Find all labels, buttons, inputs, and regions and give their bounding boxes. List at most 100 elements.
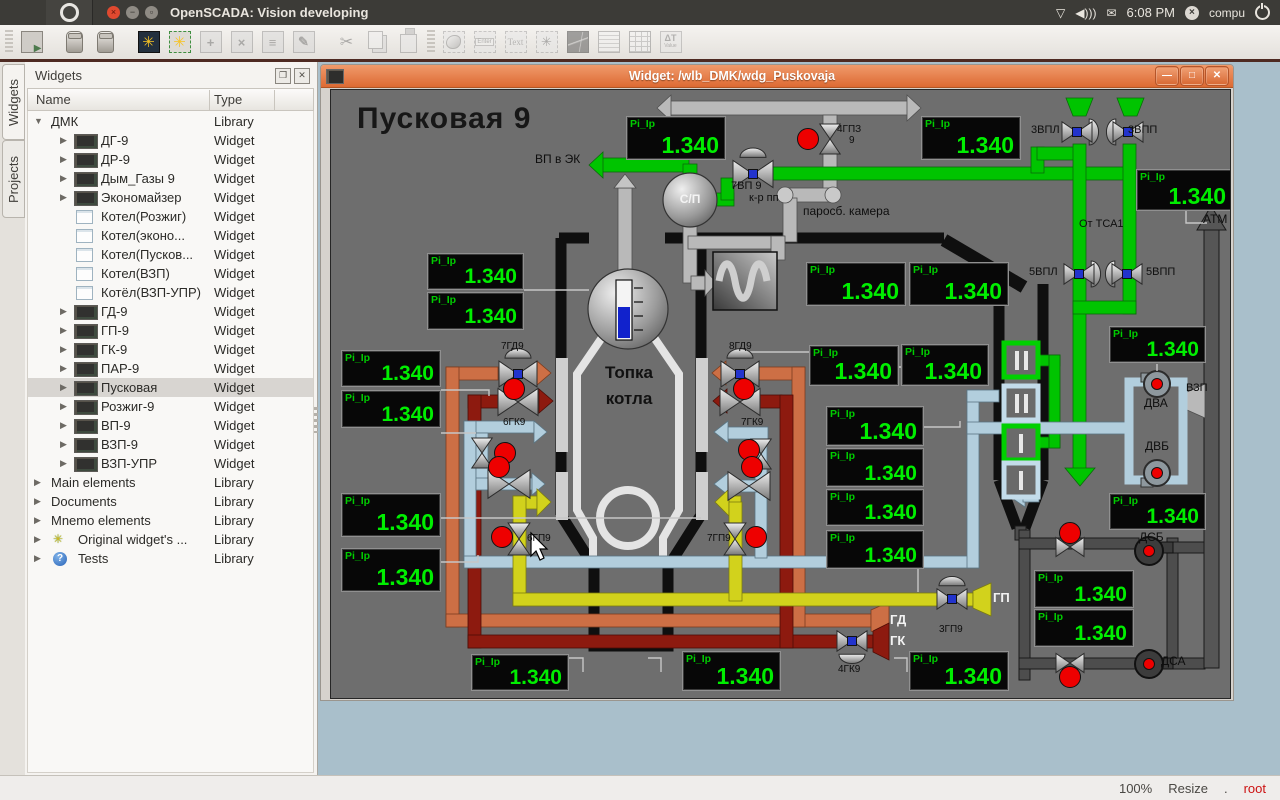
power-icon[interactable]	[1255, 5, 1270, 20]
widget-minimize-button[interactable]: —	[1156, 67, 1178, 85]
tree-item-Котел_Пусков_[interactable]: Котел(Пусков...Widget	[28, 245, 313, 264]
value-display[interactable]: Pi_Ip 1.340	[826, 448, 924, 487]
value-display[interactable]: Pi_Ip 1.340	[341, 493, 441, 537]
toolbar-handle[interactable]	[427, 30, 435, 54]
widget-close-button[interactable]: ✕	[1206, 67, 1228, 85]
value-display[interactable]: Pi_Ip 1.340	[826, 530, 924, 569]
value-display[interactable]: Pi_Ip 1.340	[341, 350, 441, 387]
tree-item-Розжиг-9[interactable]: ▶Розжиг-9Widget	[28, 397, 313, 416]
value-display[interactable]: Pi_Ip 1.340	[809, 345, 899, 386]
toolbar-handle[interactable]	[5, 30, 13, 54]
expander-right-icon[interactable]: ▶	[60, 306, 67, 317]
panel-float-button[interactable]: ❐	[275, 68, 291, 84]
tree-item-ДМК[interactable]: ▼ДМКLibrary	[28, 112, 313, 131]
expander-right-icon[interactable]: ▶	[60, 401, 67, 412]
widget-window-titlebar[interactable]: Widget: /wlb_DMK/wdg_Puskovaja — □ ✕	[321, 65, 1233, 88]
wifi-icon[interactable]: ▽	[1056, 6, 1065, 20]
value-display[interactable]: Pi_Ip 1.340	[806, 262, 906, 306]
value-display[interactable]: Pi_Ip 1.340	[921, 116, 1021, 160]
tab-projects[interactable]: Projects	[2, 140, 25, 218]
value-display[interactable]: Pi_Ip 1.340	[901, 344, 989, 386]
tree-item-Documents[interactable]: ▶DocumentsLibrary	[28, 492, 313, 511]
value-display[interactable]: Pi_Ip 1.340	[1109, 326, 1206, 363]
value-display[interactable]: Pi_Ip 1.340	[682, 651, 781, 691]
expander-right-icon[interactable]: ▶	[60, 173, 67, 184]
expander-right-icon[interactable]: ▶	[60, 344, 67, 355]
expander-right-icon[interactable]: ▶	[34, 496, 41, 507]
tree-item-Дым_Газы_9[interactable]: ▶Дым_Газы 9Widget	[28, 169, 313, 188]
expander-right-icon[interactable]: ▶	[34, 477, 41, 488]
expander-right-icon[interactable]: ▶	[60, 135, 67, 146]
tree-item-Пусковая[interactable]: ▶ПусковаяWidget	[28, 378, 313, 397]
value-display[interactable]: Pi_Ip 1.340	[1136, 169, 1231, 211]
save-to-db-button[interactable]	[90, 27, 121, 57]
tree-item-ВЗП-9[interactable]: ▶ВЗП-9Widget	[28, 435, 313, 454]
value-display[interactable]: Pi_Ip 1.340	[826, 489, 924, 526]
value-display[interactable]: Pi_Ip 1.340	[626, 116, 726, 160]
tree-item-ПАР-9[interactable]: ▶ПАР-9Widget	[28, 359, 313, 378]
window-maximize-button[interactable]: ▫	[145, 6, 158, 19]
display-value: 1.340	[864, 544, 917, 568]
zoom-level[interactable]: 100%	[1119, 781, 1152, 796]
tree-item-ВЗП-УПР[interactable]: ▶ВЗП-УПРWidget	[28, 454, 313, 473]
value-display[interactable]: Pi_Ip 1.340	[471, 654, 569, 691]
splitter-handle[interactable]	[314, 407, 318, 433]
expander-right-icon[interactable]: ▶	[60, 154, 67, 165]
run-project-button[interactable]	[16, 27, 47, 57]
tab-widgets[interactable]: Widgets	[2, 64, 25, 140]
tree-item-Котел_ВЗП_[interactable]: Котел(ВЗП)Widget	[28, 264, 313, 283]
window-close-button[interactable]: ×	[107, 6, 120, 19]
value-display[interactable]: Pi_Ip 1.340	[427, 253, 524, 290]
tree-item-ДР-9[interactable]: ▶ДР-9Widget	[28, 150, 313, 169]
value-display[interactable]: Pi_Ip 1.340	[341, 548, 441, 592]
tree-item-Котел_Розжиг_[interactable]: Котел(Розжиг)Widget	[28, 207, 313, 226]
tree-item-Tests[interactable]: ▶?TestsLibrary	[28, 549, 313, 568]
tree-item-ВП-9[interactable]: ▶ВП-9Widget	[28, 416, 313, 435]
value-display[interactable]: Pi_Ip 1.340	[909, 262, 1009, 306]
expander-right-icon[interactable]: ▶	[34, 534, 41, 545]
expander-right-icon[interactable]: ▶	[60, 420, 67, 431]
tree-item-Main_elements[interactable]: ▶Main elementsLibrary	[28, 473, 313, 492]
new-widget-library-button[interactable]: ✳	[133, 27, 164, 57]
expander-right-icon[interactable]: ▶	[34, 553, 41, 564]
clock[interactable]: 6:08 PM	[1127, 5, 1175, 20]
tree-item-label: ГК-9	[101, 342, 127, 357]
load-from-db-button[interactable]	[59, 27, 90, 57]
value-display[interactable]: Pi_Ip 1.340	[1034, 609, 1134, 647]
widget-maximize-button[interactable]: □	[1181, 67, 1203, 85]
ubuntu-launcher-button[interactable]	[46, 0, 93, 25]
tree-item-Экономайзер[interactable]: ▶ЭкономайзерWidget	[28, 188, 313, 207]
session-user[interactable]: compu	[1209, 6, 1245, 20]
mimic-canvas[interactable]: Пусковая 9 С/П Топка котла Pi_Ip 1.340Pi…	[330, 89, 1231, 699]
edit-mode[interactable]: Resize	[1168, 781, 1208, 796]
expander-right-icon[interactable]: ▶	[60, 439, 67, 450]
expander-right-icon[interactable]: ▶	[60, 363, 67, 374]
expander-right-icon[interactable]: ▶	[60, 458, 67, 469]
volume-icon[interactable]: ◀)))	[1075, 6, 1096, 20]
expander-right-icon[interactable]: ▶	[60, 382, 67, 393]
window-minimize-button[interactable]: −	[126, 6, 139, 19]
expander-right-icon[interactable]: ▶	[60, 325, 67, 336]
value-display[interactable]: Pi_Ip 1.340	[427, 292, 524, 330]
expander-right-icon[interactable]: ▶	[60, 192, 67, 203]
mail-icon[interactable]: ✉	[1106, 6, 1116, 20]
tree-item-Original_widget_s_[interactable]: ▶✳Original widget's ...Library	[28, 530, 313, 549]
tree-item-Котёл_ВЗП-УПР_[interactable]: Котёл(ВЗП-УПР)Widget	[28, 283, 313, 302]
tree-item-ГК-9[interactable]: ▶ГК-9Widget	[28, 340, 313, 359]
value-display[interactable]: Pi_Ip 1.340	[909, 651, 1009, 691]
tree-item-Котел_эконо_[interactable]: Котел(эконо...Widget	[28, 226, 313, 245]
current-user[interactable]: root	[1244, 781, 1266, 796]
tree-item-ГД-9[interactable]: ▶ГД-9Widget	[28, 302, 313, 321]
panel-close-button[interactable]: ✕	[294, 68, 310, 84]
value-display[interactable]: Pi_Ip 1.340	[826, 406, 924, 446]
value-display[interactable]: Pi_Ip 1.340	[1109, 493, 1206, 530]
tree-item-Mnemo_elements[interactable]: ▶Mnemo elementsLibrary	[28, 511, 313, 530]
new-container-widget-button[interactable]: ✳	[164, 27, 195, 57]
value-display[interactable]: Pi_Ip 1.340	[1034, 570, 1134, 608]
tree-item-ДГ-9[interactable]: ▶ДГ-9Widget	[28, 131, 313, 150]
tree-header[interactable]: Name Type	[27, 88, 314, 111]
expander-right-icon[interactable]: ▶	[34, 515, 41, 526]
expander-down-icon[interactable]: ▼	[34, 116, 43, 126]
tree-item-ГП-9[interactable]: ▶ГП-9Widget	[28, 321, 313, 340]
value-display[interactable]: Pi_Ip 1.340	[341, 390, 441, 428]
